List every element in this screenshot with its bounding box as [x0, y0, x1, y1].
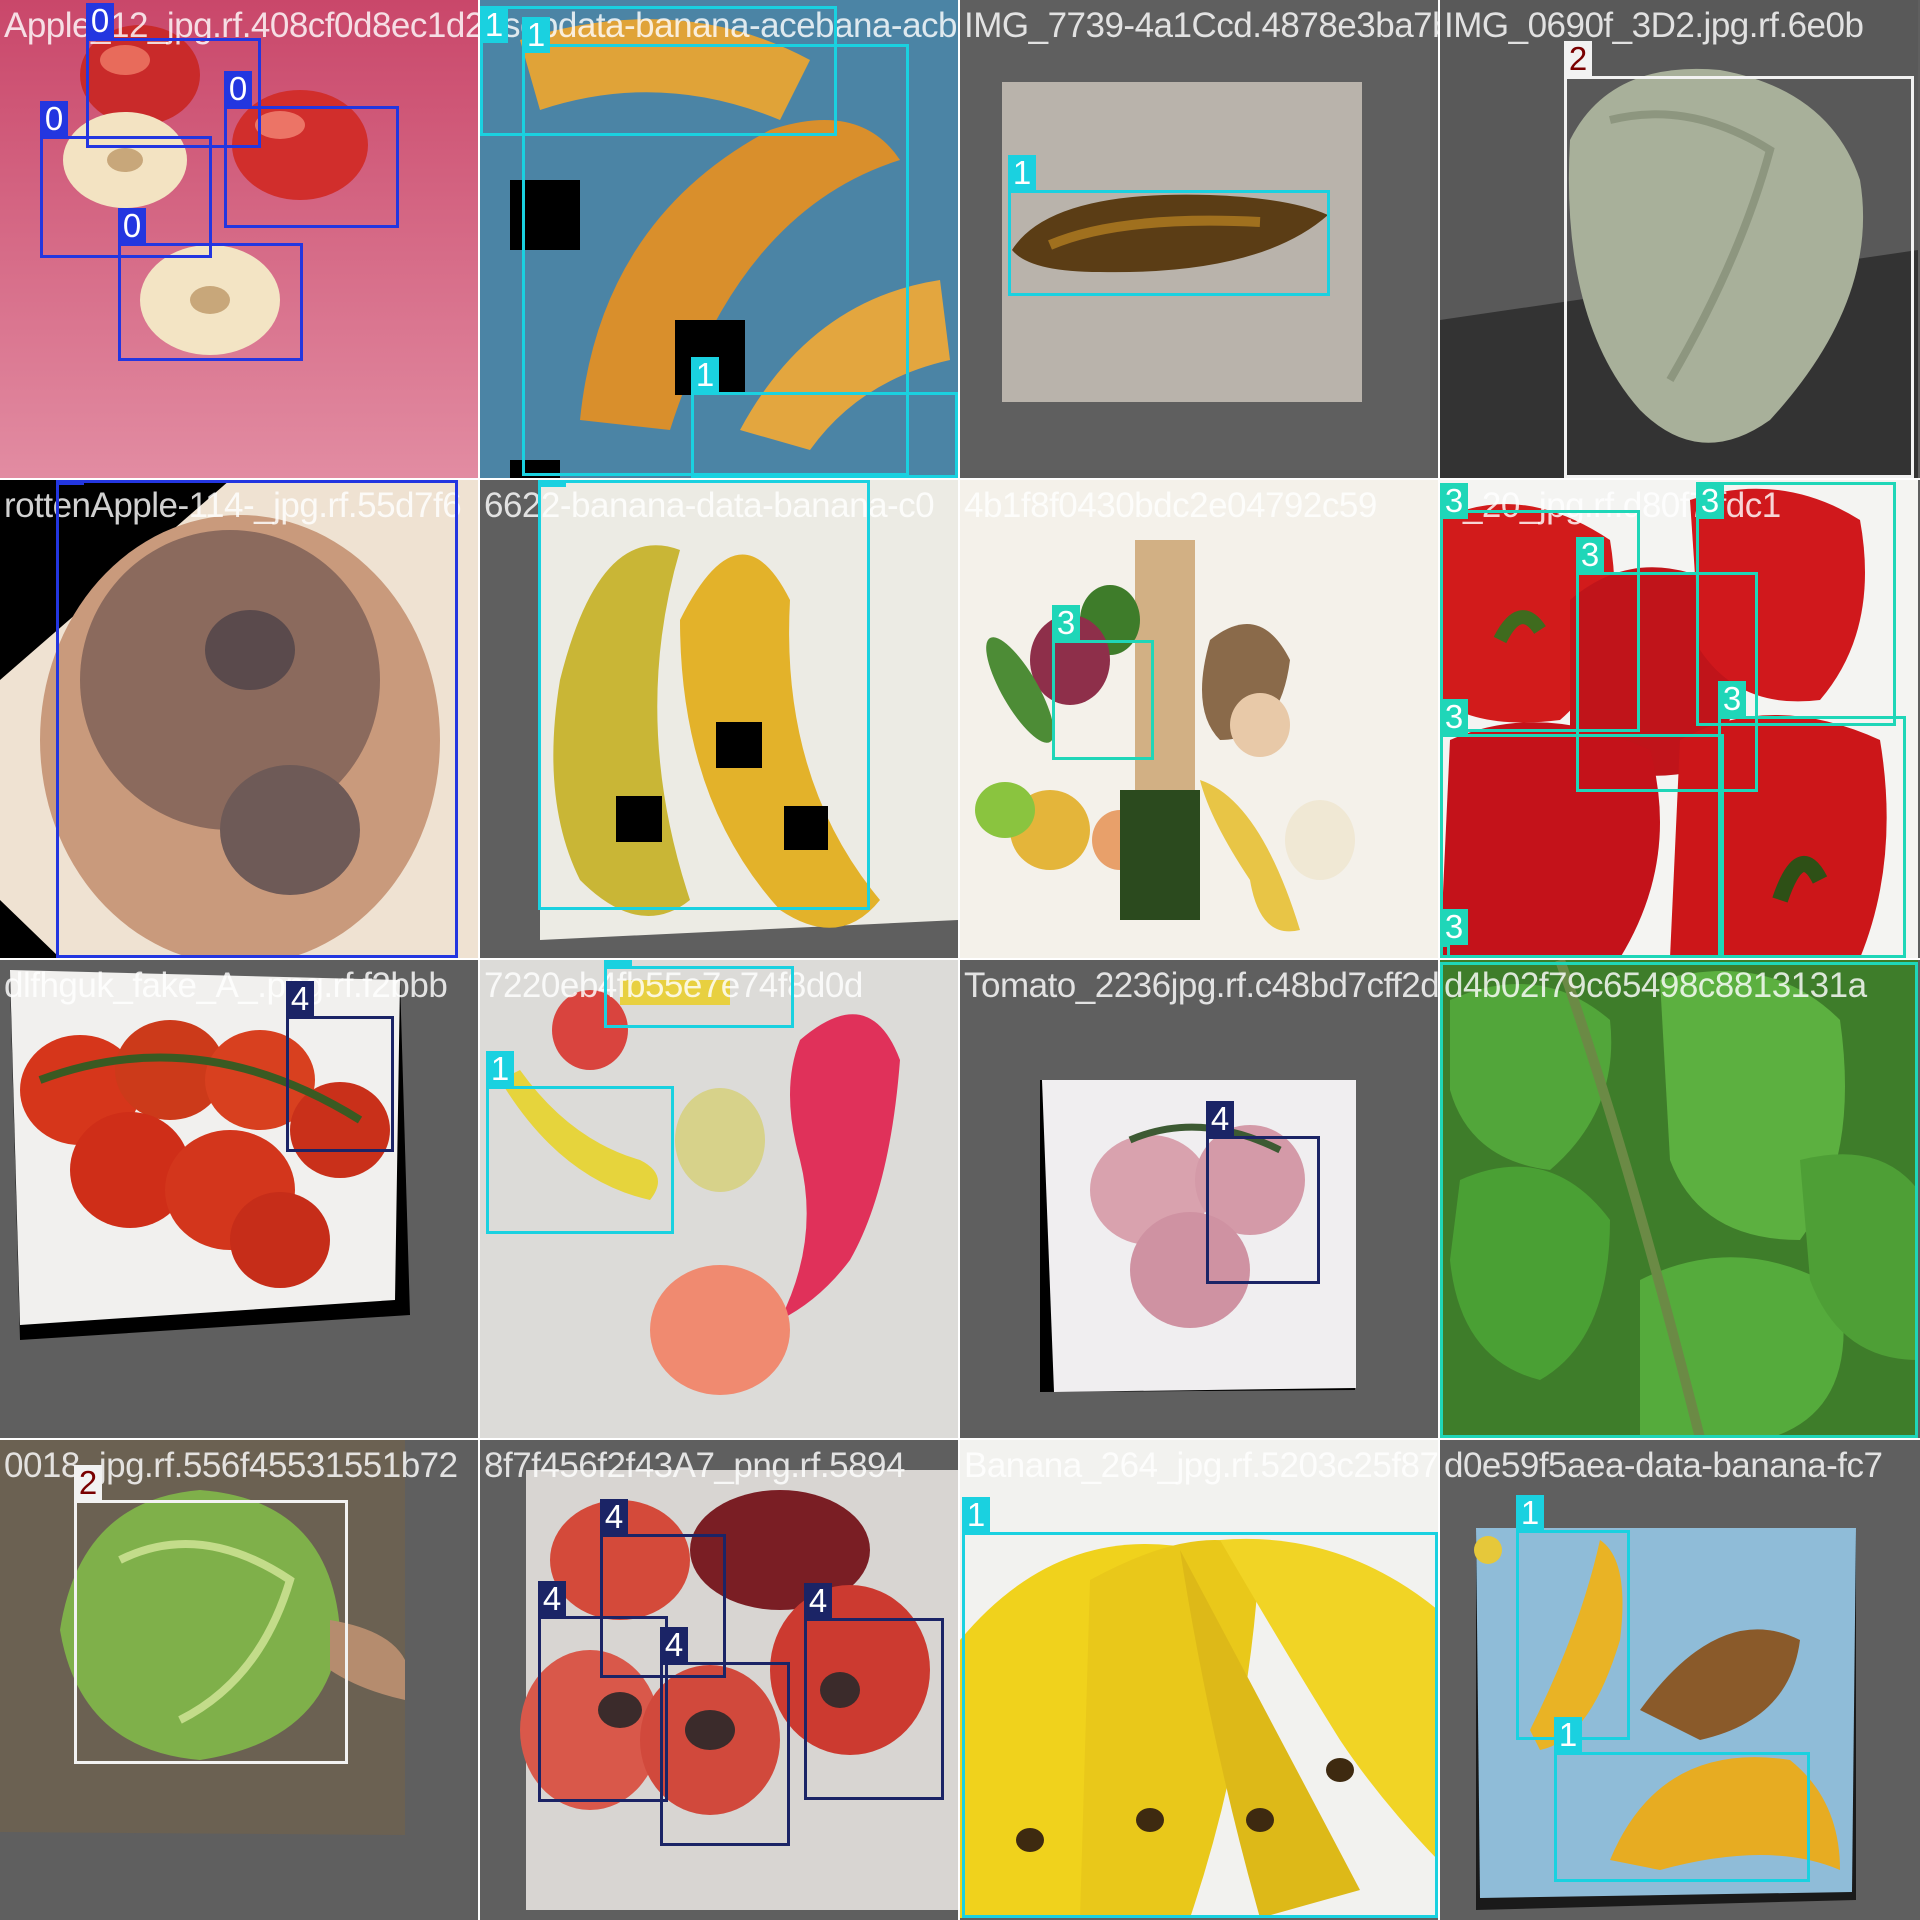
detection-box-pepper: 3	[1052, 605, 1154, 760]
class-label: 1	[604, 960, 632, 967]
detection-box-banana: 1	[486, 1051, 674, 1234]
grid-line	[0, 958, 1920, 960]
grid-line	[0, 1438, 1920, 1440]
class-label: 1	[538, 480, 566, 487]
detection-box-pepper: 3	[1718, 681, 1906, 958]
tile-mixed-fruit: 7220eb4fb55e7e74f8d0d 1 1	[480, 960, 958, 1438]
tomato-vine-image	[0, 960, 478, 1438]
detection-box-apple: 0	[224, 71, 399, 228]
detection-grid: Apple_12_jpg.rf.408cf0d8ec1d2e5c03a4-ban…	[0, 0, 1920, 1920]
grid-line	[478, 0, 480, 1920]
tile-rotten-tomatoes: 8f7f456f2f43A7_png.rf.5894 4 4 4 4	[480, 1440, 958, 1918]
detection-box-pepper: 3	[1440, 699, 1724, 958]
detection-box-tomato: 4	[286, 981, 394, 1152]
class-label: 4	[1206, 1101, 1234, 1137]
tile-banana-bunch: Banana_264_jpg.rf.5203c25f87 1	[960, 1440, 1438, 1918]
class-label: 4	[660, 1627, 688, 1663]
class-label: 1	[1554, 1717, 1582, 1753]
detection-box-pepper	[1440, 962, 1918, 1438]
class-label: 4	[804, 1583, 832, 1619]
pink-tomatoes-image	[960, 960, 1438, 1438]
grid-line	[958, 0, 960, 1920]
tile-red-peppers: 1_20_jpg.rf.d80f7ffdc1 3 3 3 3 3 3	[1440, 480, 1918, 958]
class-label: 4	[286, 981, 314, 1017]
detection-box-tomato: 4	[660, 1627, 790, 1846]
class-label: 4	[600, 1499, 628, 1535]
class-label: 4	[538, 1581, 566, 1617]
class-label: 0	[40, 101, 68, 137]
class-label: 3	[1718, 681, 1746, 717]
class-label: 1	[522, 17, 550, 53]
class-label: 1	[691, 357, 719, 393]
class-label: 2	[74, 1465, 102, 1501]
detection-box-tomato: 4	[538, 1581, 668, 1802]
detection-box-apple: 0	[118, 208, 303, 361]
class-label: 0	[86, 3, 114, 39]
detection-box-banana: 1	[1554, 1717, 1810, 1882]
class-label: 0	[224, 71, 252, 107]
class-label: 1	[480, 7, 508, 43]
tile-bananas-blue: d0e59f5aea-data-banana-fc7 1 1	[1440, 1440, 1918, 1918]
detection-box-banana: 1	[604, 960, 794, 1028]
class-label: 1	[486, 1051, 514, 1087]
tile-tomato-vine: dlfhguk_fake_A_.png.rf.f2bbb 4	[0, 960, 478, 1438]
detection-box-tomato: 4	[804, 1583, 944, 1800]
tile-rotten-banana: 1sepdata-banana-acebana-acb1c6d3734a7c8c…	[480, 0, 958, 478]
class-label: 0	[118, 208, 146, 244]
tile-groceries: 4b1f8f0430bdc2e04792c59 3	[960, 480, 1438, 958]
class-label: 3	[1052, 605, 1080, 641]
tile-apples: Apple_12_jpg.rf.408cf0d8ec1d2e5c03a4-ban…	[0, 0, 478, 478]
tile-two-bananas: 6622-banana-data-banana-c0 1	[480, 480, 958, 958]
tile-cabbage-table: IMG_0690f_3D2.jpg.rf.6e0b 2	[1440, 0, 1918, 478]
tile-pink-tomatoes: Tomato_2236jpg.rf.c48bd7cff2d 4	[960, 960, 1438, 1438]
class-label: 1	[1008, 155, 1036, 191]
detection-box-banana: 1	[962, 1497, 1438, 1918]
class-label: 3	[1440, 483, 1468, 519]
tile-rotten-apple: rottenApple-114-_jpg.rf.55d7f6 0	[0, 480, 478, 958]
class-label: 3	[1696, 483, 1724, 519]
detection-box-banana: 1	[1516, 1495, 1630, 1740]
class-label: 0	[56, 480, 84, 485]
detection-box-pepper: 3	[1440, 909, 1468, 958]
grid-line	[0, 478, 1920, 480]
class-label: 1	[962, 1497, 990, 1533]
class-label: 3	[1440, 909, 1468, 945]
detection-box-tomato: 4	[1206, 1101, 1320, 1284]
tile-single-banana: IMG_7739-4a1Ccd.4878e3ba7bea 1	[960, 0, 1438, 478]
detection-box-apple: 0	[56, 480, 458, 958]
grid-line	[1438, 0, 1440, 1920]
detection-box-cabbage: 2	[74, 1465, 348, 1764]
class-label: 3	[1440, 699, 1468, 735]
groceries-image	[960, 480, 1438, 958]
tile-green-peppers: d4b02f79c65498c8813131a	[1440, 960, 1918, 1438]
detection-box-banana: 1	[538, 480, 870, 910]
tile-cabbage-hand: 0018_jpg.rf.556f45531551b72 2	[0, 1440, 478, 1918]
class-label: 1	[1516, 1495, 1544, 1531]
detection-box-banana: 1	[691, 357, 958, 478]
detection-box-banana: 1	[1008, 155, 1330, 296]
detection-box-cabbage: 2	[1564, 41, 1914, 478]
class-label: 2	[1564, 41, 1592, 77]
class-label: 3	[1576, 537, 1604, 573]
